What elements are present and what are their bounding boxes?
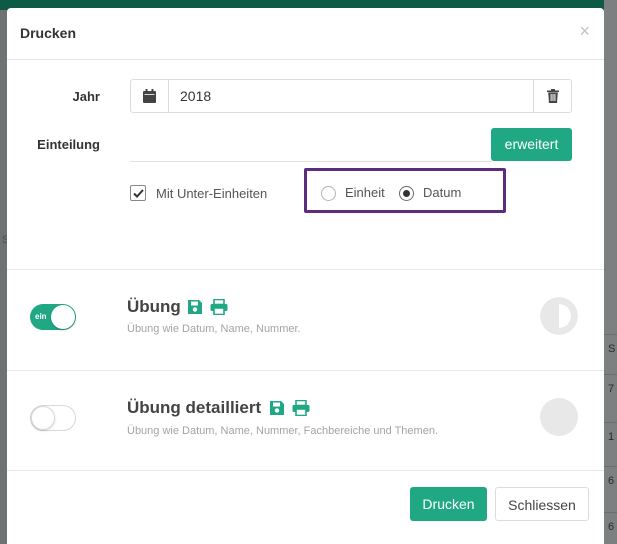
section-divider <box>7 370 604 371</box>
dialog-header: Drucken × <box>7 8 604 60</box>
print-dialog: Drucken × Jahr 2018 Einteilung erweitert… <box>7 8 604 544</box>
year-input[interactable]: 2018 <box>180 80 211 112</box>
uebung-detailliert-description: Übung wie Datum, Name, Nummer, Fachberei… <box>127 425 438 437</box>
toggle-on-text: ein <box>35 312 47 321</box>
erweitert-button[interactable]: erweitert <box>491 128 572 161</box>
background-cell: 6 <box>604 512 617 540</box>
toggle-knob <box>31 406 55 430</box>
radio-einheit-label: Einheit <box>345 185 385 200</box>
background-table-column: S 7 1 6 6 <box>604 0 617 544</box>
year-label: Jahr <box>72 89 100 104</box>
uebung-detailliert-toggle[interactable] <box>30 405 76 431</box>
toggle-knob <box>51 305 75 329</box>
clear-year-button[interactable] <box>533 80 571 112</box>
sub-units-option[interactable]: Mit Unter-Einheiten <box>130 184 267 202</box>
half-status-icon <box>540 297 578 335</box>
uebung-detailliert-title: Übung detailliert <box>127 398 262 417</box>
background-cell: 6 <box>604 466 617 494</box>
save-icon[interactable] <box>187 299 203 315</box>
radio-einheit[interactable] <box>321 186 336 201</box>
print-icon[interactable] <box>210 299 228 315</box>
uebung-title: Übung <box>127 297 181 316</box>
close-button[interactable]: × <box>579 20 590 42</box>
radio-datum[interactable] <box>399 186 414 201</box>
sub-units-checkbox[interactable] <box>130 185 146 201</box>
dialog-title: Drucken <box>20 25 77 41</box>
background-cell: 7 <box>604 374 617 402</box>
calendar-addon[interactable] <box>131 80 169 112</box>
uebung-description: Übung wie Datum, Name, Nummer. <box>127 323 301 335</box>
background-cell: S <box>604 334 617 362</box>
einteilung-field[interactable] <box>130 161 492 162</box>
schliessen-button[interactable]: Schliessen <box>495 487 589 521</box>
sub-units-label: Mit Unter-Einheiten <box>156 185 268 201</box>
save-icon[interactable] <box>269 400 285 416</box>
uebung-toggle[interactable]: ein <box>30 304 76 330</box>
year-input-group: 2018 <box>130 79 572 113</box>
einteilung-label: Einteilung <box>37 137 100 152</box>
section-divider <box>7 269 604 270</box>
trash-icon <box>546 89 559 103</box>
empty-status-icon <box>540 398 578 436</box>
radio-datum-label: Datum <box>423 185 462 200</box>
drucken-button[interactable]: Drucken <box>410 487 487 521</box>
calendar-icon <box>143 89 156 103</box>
grouping-radio-group: Einheit Datum <box>304 168 506 213</box>
print-icon[interactable] <box>292 400 310 416</box>
footer-divider <box>7 470 604 471</box>
background-cell: 1 <box>604 422 617 450</box>
checkmark-icon <box>132 188 144 198</box>
